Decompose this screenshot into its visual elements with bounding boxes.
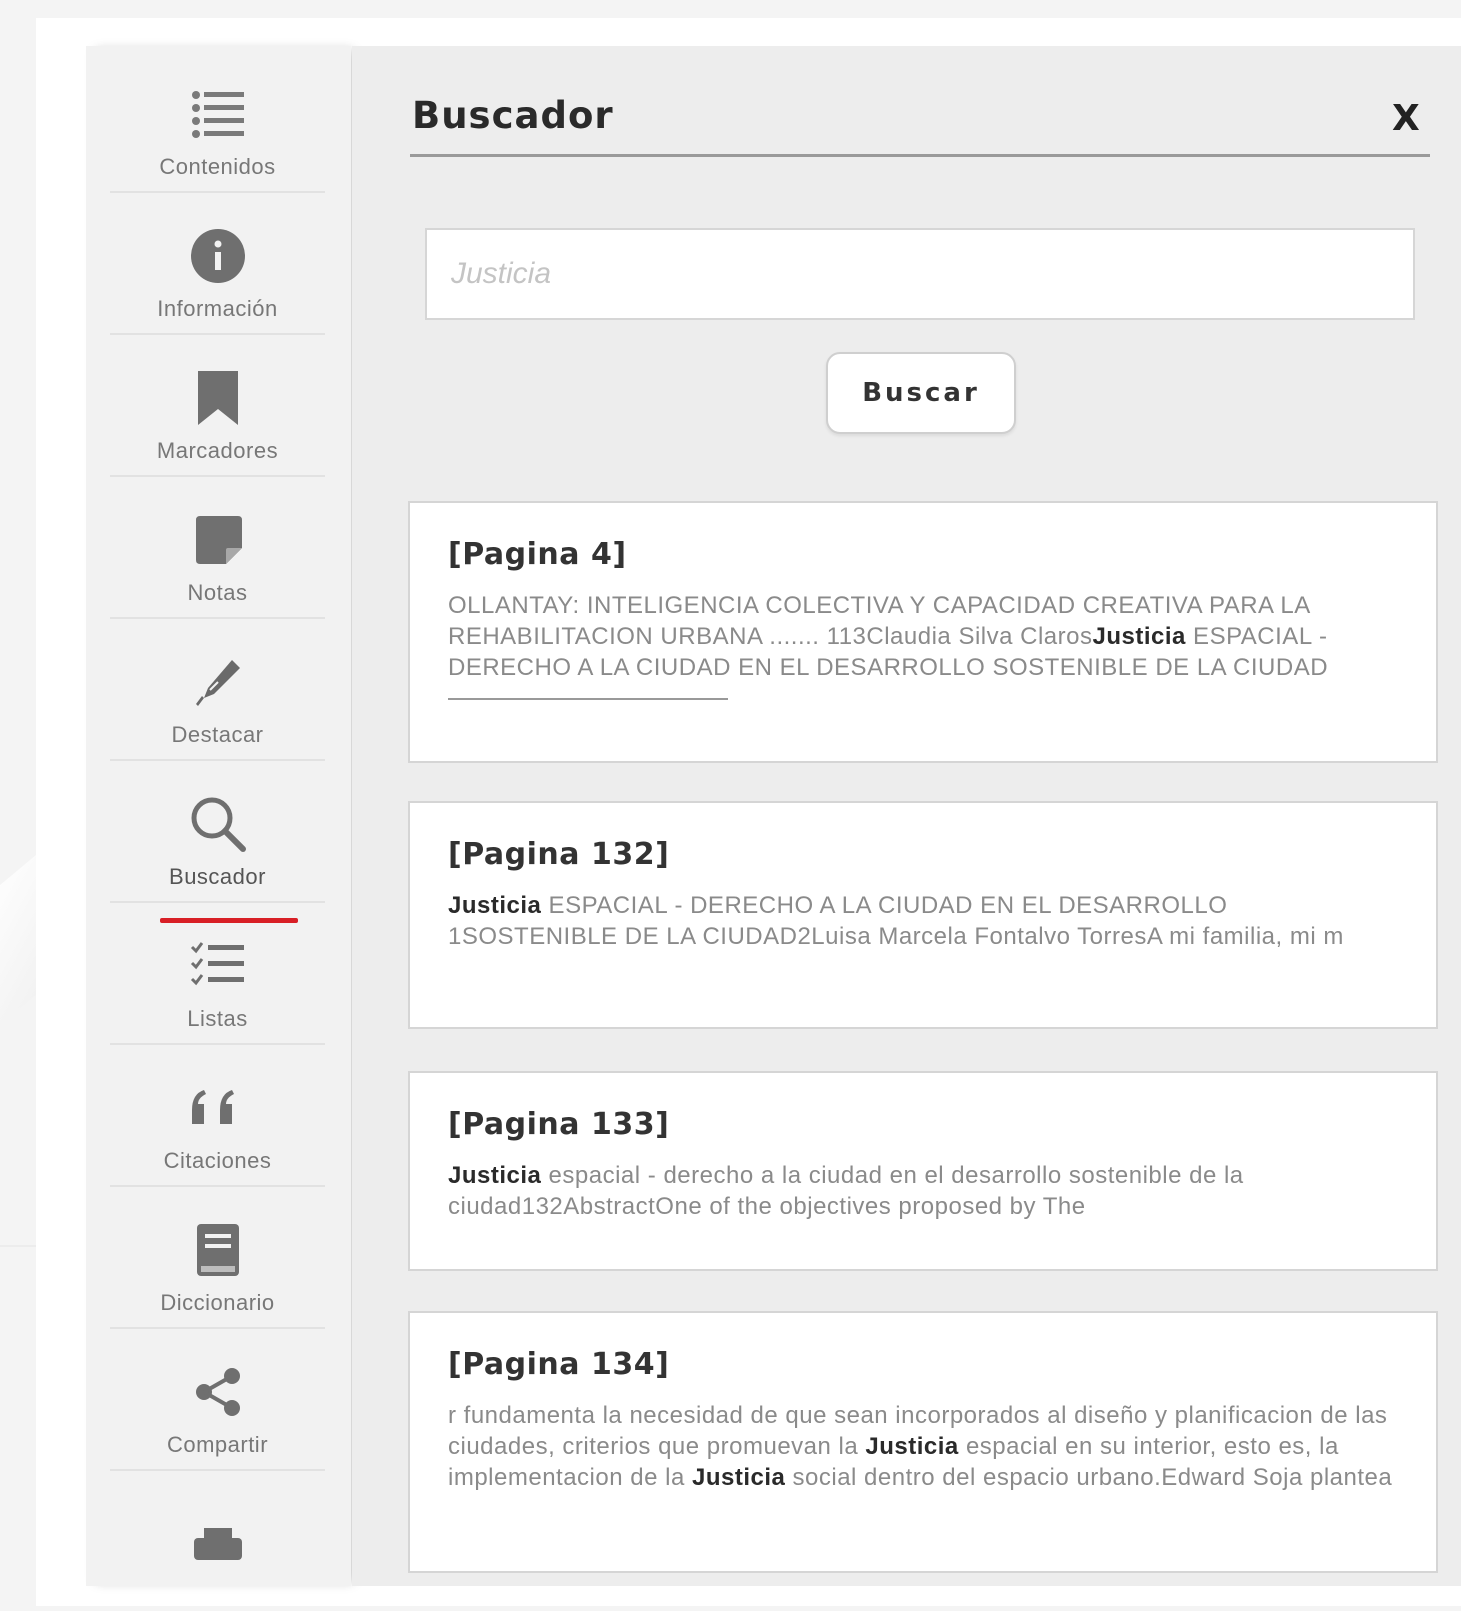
highlighter-icon bbox=[188, 652, 248, 712]
result-page-label: [Pagina 4] bbox=[448, 537, 627, 572]
result-snippet: OLLANTAY: INTELIGENCIA COLECTIVA Y CAPAC… bbox=[448, 590, 1400, 714]
search-input[interactable] bbox=[425, 228, 1415, 320]
sidebar-item-marcadores[interactable]: Marcadores bbox=[110, 330, 325, 477]
sidebar-item-label: Citaciones bbox=[163, 1148, 272, 1173]
result-snippet: Justicia ESPACIAL - DERECHO A LA CIUDAD … bbox=[448, 892, 1344, 950]
sidebar-item-label: Notas bbox=[187, 580, 248, 605]
result-page-label: [Pagina 132] bbox=[448, 837, 670, 872]
search-result-item[interactable]: [Pagina 4] OLLANTAY: INTELIGENCIA COLECT… bbox=[408, 501, 1438, 763]
search-icon bbox=[188, 794, 248, 854]
sidebar-item-imprimir[interactable] bbox=[110, 1466, 325, 1611]
sidebar-item-contenidos[interactable]: Contenidos bbox=[110, 46, 325, 193]
sidebar-item-informacion[interactable]: Información bbox=[110, 188, 325, 335]
list-icon bbox=[188, 84, 248, 144]
active-indicator bbox=[160, 918, 298, 923]
checklist-icon bbox=[188, 936, 248, 996]
search-result-item[interactable]: [Pagina 132] Justicia ESPACIAL - DERECHO… bbox=[408, 801, 1438, 1029]
snippet-dots bbox=[448, 698, 728, 700]
result-snippet: Justicia espacial - derecho a la ciudad … bbox=[448, 1162, 1244, 1220]
search-panel: Buscador X Buscar [Pagina 4] OLLANTAY: I… bbox=[352, 46, 1461, 1586]
result-page-label: [Pagina 134] bbox=[448, 1347, 670, 1382]
info-icon bbox=[188, 226, 248, 286]
sidebar-item-label: Información bbox=[157, 296, 278, 321]
quote-icon bbox=[188, 1078, 248, 1138]
sidebar-item-buscador[interactable]: Buscador bbox=[110, 756, 325, 903]
sidebar-item-label: Marcadores bbox=[156, 438, 279, 463]
sidebar-item-label: Contenidos bbox=[159, 154, 276, 179]
sidebar-item-diccionario[interactable]: Diccionario bbox=[110, 1182, 325, 1329]
sidebar-item-label: Destacar bbox=[171, 722, 264, 747]
sidebar-item-citaciones[interactable]: Citaciones bbox=[110, 1040, 325, 1187]
result-page-label: [Pagina 133] bbox=[448, 1107, 670, 1142]
note-icon bbox=[188, 510, 248, 570]
sidebar-item-destacar[interactable]: Destacar bbox=[110, 614, 325, 761]
search-result-item[interactable]: [Pagina 133] Justicia espacial - derecho… bbox=[408, 1071, 1438, 1271]
panel-title: Buscador bbox=[412, 94, 614, 137]
share-icon bbox=[188, 1362, 248, 1422]
sidebar-item-label: Diccionario bbox=[160, 1290, 275, 1315]
sidebar-item-notas[interactable]: Notas bbox=[110, 472, 325, 619]
print-icon bbox=[188, 1504, 248, 1564]
sidebar-item-compartir[interactable]: Compartir bbox=[110, 1324, 325, 1471]
sidebar-item-label: Buscador bbox=[169, 864, 266, 889]
sidebar-item-label: Compartir bbox=[166, 1432, 269, 1457]
result-snippet: r fundamenta la necesidad de que sean in… bbox=[448, 1402, 1393, 1491]
sidebar: Contenidos Información Marcadores Notas bbox=[86, 46, 351, 1586]
search-result-item[interactable]: [Pagina 134] r fundamenta la necesidad d… bbox=[408, 1311, 1438, 1573]
bookmark-icon bbox=[188, 368, 248, 428]
search-button[interactable]: Buscar bbox=[826, 352, 1016, 434]
close-button[interactable]: X bbox=[1392, 98, 1420, 139]
title-divider bbox=[410, 154, 1430, 157]
sidebar-item-label: Listas bbox=[187, 1006, 248, 1031]
dictionary-icon bbox=[188, 1220, 248, 1280]
